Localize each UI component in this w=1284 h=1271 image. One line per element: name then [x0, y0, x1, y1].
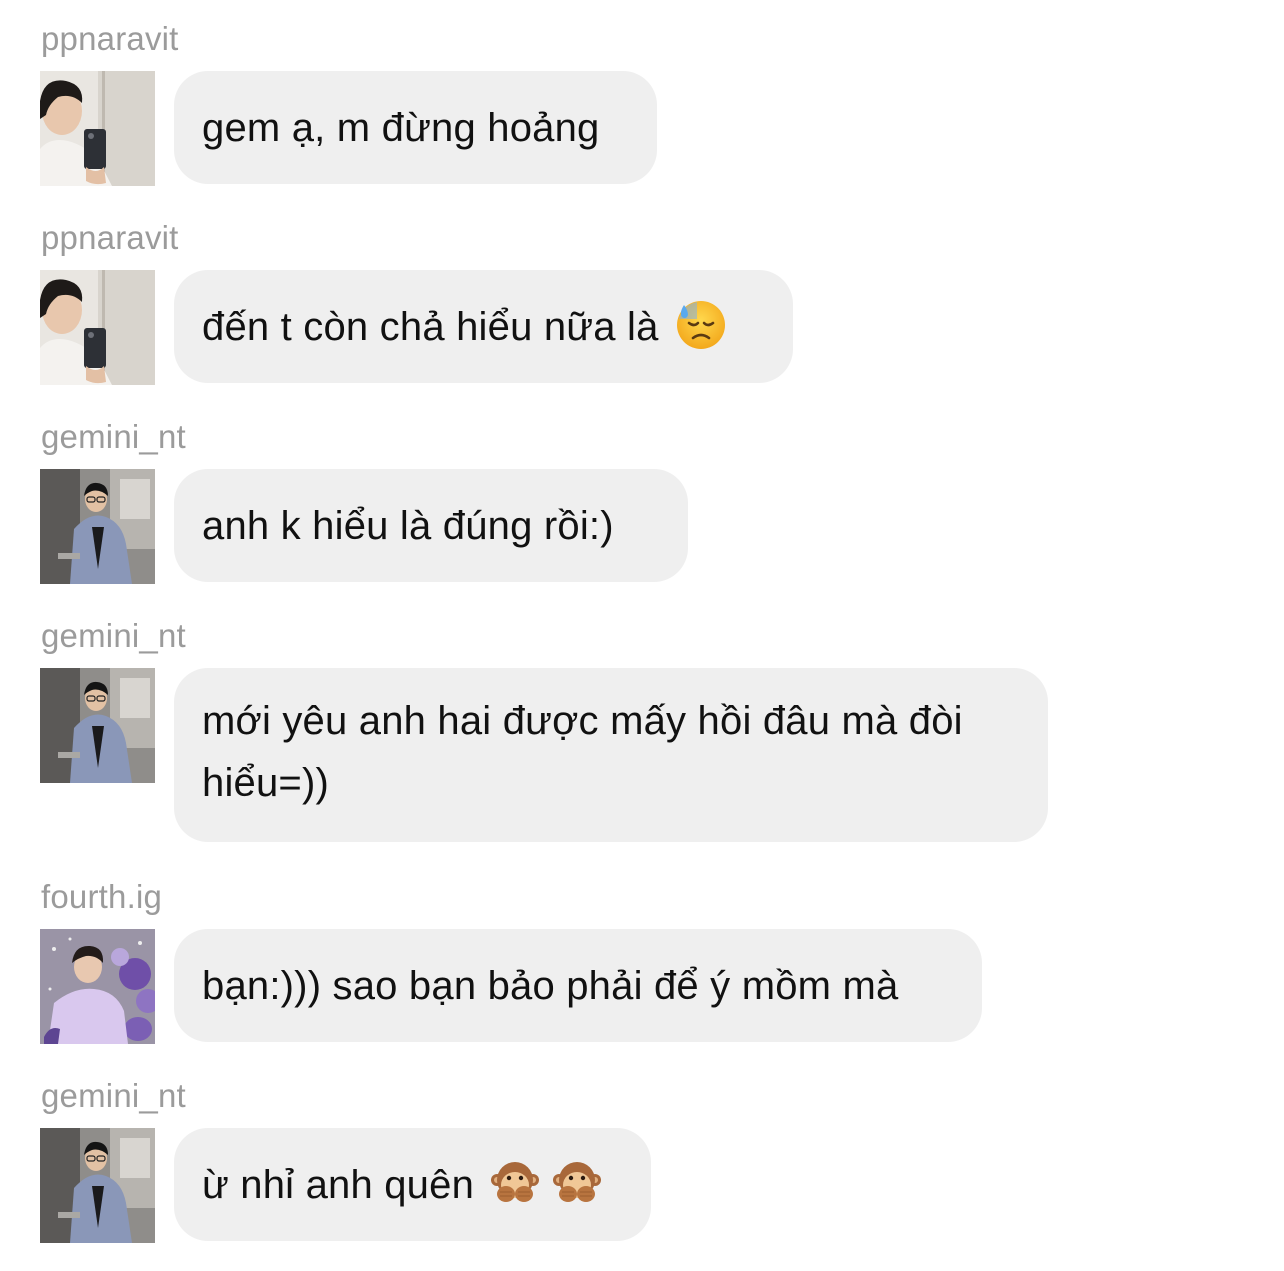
message-username[interactable]: ppnaravit [41, 221, 179, 254]
message-username[interactable]: gemini_nt [41, 420, 186, 453]
avatar[interactable] [40, 929, 155, 1044]
message-username[interactable]: fourth.ig [41, 880, 162, 913]
message-text: bạn:))) sao bạn bảo phải để ý mồm mà [202, 963, 899, 1008]
message-username[interactable]: gemini_nt [41, 619, 186, 652]
message-text-line: mới yêu anh hai được mấy hồi đâu mà đòi [202, 699, 963, 743]
message-bubble[interactable]: anh k hiểu là đúng rồi:) [174, 469, 688, 582]
speak-no-evil-monkey-emoji [490, 1158, 540, 1208]
message-bubble[interactable]: bạn:))) sao bạn bảo phải để ý mồm mà [174, 929, 982, 1042]
message-username[interactable]: ppnaravit [41, 22, 179, 55]
message-text: ừ nhỉ anh quên [202, 1162, 475, 1207]
avatar[interactable] [40, 71, 155, 186]
avatar[interactable] [40, 270, 155, 385]
message-text: gem ạ, m đừng hoảng [202, 105, 600, 150]
downcast-face-with-sweat-emoji [675, 299, 727, 351]
avatar[interactable] [40, 668, 155, 783]
avatar[interactable] [40, 1128, 155, 1243]
message-text: đến t còn chả hiểu nữa là [202, 304, 659, 349]
message-username[interactable]: gemini_nt [41, 1079, 186, 1112]
message-bubble[interactable]: ừ nhỉ anh quên [174, 1128, 651, 1241]
message-text-line: hiểu=)) [202, 761, 330, 805]
avatar[interactable] [40, 469, 155, 584]
message-bubble[interactable]: gem ạ, m đừng hoảng [174, 71, 657, 184]
message-bubble[interactable]: mới yêu anh hai được mấy hồi đâu mà đòi … [174, 668, 1048, 842]
message-text: anh k hiểu là đúng rồi:) [202, 503, 614, 548]
speak-no-evil-monkey-emoji [552, 1158, 602, 1208]
message-bubble[interactable]: đến t còn chả hiểu nữa là [174, 270, 793, 383]
